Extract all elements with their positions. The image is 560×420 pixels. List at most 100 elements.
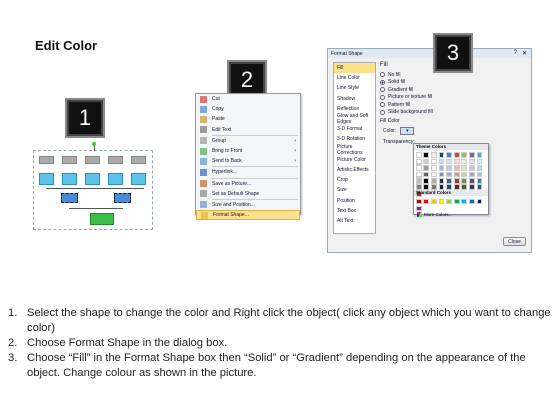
color-swatch[interactable] [453, 184, 460, 190]
color-picker-button[interactable]: ▾ [400, 127, 415, 135]
fill-option-radio[interactable]: Gradient fill [380, 86, 526, 94]
menu-item-bring-to-front[interactable]: Bring to Front › [196, 146, 300, 156]
menu-item-label: Paste [212, 116, 225, 123]
more-colors-item[interactable]: More Colors... [414, 212, 488, 218]
blue-box-selected[interactable] [61, 193, 78, 203]
fill-option-label: Picture or texture fill [388, 94, 433, 101]
blue-box-selected[interactable] [114, 193, 131, 203]
menu-item-save-as-picture[interactable]: Save as Picture... [196, 179, 300, 189]
color-swatch[interactable] [431, 198, 437, 205]
radio-button[interactable] [380, 109, 385, 115]
nav-item-line-style[interactable]: Line Style [334, 83, 375, 93]
copy-icon [200, 105, 207, 113]
menu-item-copy[interactable]: Copy [196, 104, 300, 114]
color-swatch[interactable] [476, 184, 483, 190]
nav-item-artistic-effects[interactable]: Artistic Effects [334, 165, 375, 175]
context-menu: Cut Copy Paste Edit Text Group › Bring to Fron… [195, 93, 301, 221]
radio-button[interactable] [380, 87, 385, 93]
org-diagram[interactable] [33, 142, 153, 230]
menu-item-edit-text[interactable]: Edit Text [196, 125, 300, 135]
default-shape-icon [200, 190, 207, 198]
hyperlink-icon [200, 168, 207, 176]
size-position-icon [200, 201, 207, 209]
menu-item-paste[interactable]: Paste [196, 114, 300, 124]
color-swatch[interactable] [423, 198, 430, 205]
color-swatch[interactable] [415, 198, 422, 205]
close-button[interactable]: Close [503, 237, 526, 246]
instruction-number: 3. [8, 352, 18, 364]
bring-front-icon [200, 147, 207, 155]
instruction-text: Choose Format Shape in the dialog box. [27, 337, 228, 349]
color-swatch[interactable] [461, 184, 468, 190]
format-shape-icon [201, 211, 208, 219]
fill-option-radio[interactable]: No fill [380, 71, 526, 79]
menu-item-send-to-back[interactable]: Send to Back › [196, 156, 300, 166]
scissors-icon [200, 95, 207, 103]
nav-item-position[interactable]: Position [334, 195, 375, 205]
fill-option-label: Pattern fill [388, 101, 411, 108]
nav-item-3-d-format[interactable]: 3-D Format [334, 124, 375, 134]
menu-item-label: Copy [212, 106, 224, 113]
nav-item-shadow[interactable]: Shadow [334, 94, 375, 104]
menu-item-format-shape[interactable]: Format Shape... [196, 210, 300, 221]
color-swatch[interactable] [438, 198, 445, 205]
send-back-icon [200, 157, 207, 165]
nav-item-alt-text[interactable]: Alt Text [334, 216, 375, 226]
fill-option-radio[interactable]: Picture or texture fill [380, 94, 526, 102]
color-swatch[interactable] [461, 198, 468, 205]
color-swatch[interactable] [446, 184, 452, 190]
color-swatch[interactable] [468, 184, 475, 190]
radio-button[interactable] [380, 72, 385, 78]
page-title: Edit Color [35, 38, 98, 53]
color-swatch[interactable] [423, 184, 430, 190]
nav-item-line-color[interactable]: Line Color [334, 73, 375, 83]
color-swatch[interactable] [446, 198, 452, 205]
fill-option-radio[interactable]: Pattern fill [380, 101, 526, 109]
menu-item-label: Set as Default Shape [212, 190, 260, 197]
color-swatch[interactable] [476, 198, 483, 205]
step-badge-1: 1 [67, 100, 103, 136]
instruction-item: 3. Choose “Fill” in the Format Shape box … [8, 351, 553, 381]
menu-item-label: Edit Text [212, 126, 232, 133]
more-colors-label: More Colors... [424, 212, 453, 218]
nav-item-picture-color[interactable]: Picture Color [334, 155, 375, 165]
menu-item-set-as-default-shape[interactable]: Set as Default Shape [196, 189, 300, 199]
color-swatch[interactable] [415, 205, 422, 212]
fill-option-label: No fill [388, 71, 401, 78]
theme-swatches [414, 150, 488, 197]
menu-item-label: Save as Picture... [212, 180, 252, 187]
radio-button[interactable] [380, 102, 385, 108]
menu-item-group[interactable]: Group › [196, 136, 300, 146]
nav-item-size[interactable]: Size [334, 185, 375, 195]
radio-button[interactable] [380, 94, 385, 100]
close-icon[interactable]: ✕ [522, 50, 527, 57]
save-picture-icon [200, 180, 207, 188]
edit-text-icon [200, 126, 207, 134]
menu-item-label: Group [212, 137, 226, 144]
color-swatch[interactable] [468, 198, 475, 205]
nav-item-picture-corrections[interactable]: Picture Corrections [334, 144, 375, 156]
menu-item-cut[interactable]: Cut [196, 94, 300, 104]
color-swatch[interactable] [415, 184, 422, 190]
instruction-number: 1. [8, 307, 18, 319]
help-icon[interactable]: ? [514, 50, 517, 56]
nav-item-text-box[interactable]: Text Box [334, 206, 375, 216]
color-swatch[interactable] [453, 198, 460, 205]
fill-option-radio[interactable]: Solid fill [380, 79, 526, 87]
menu-item-label: Format Shape... [213, 212, 249, 219]
radio-button[interactable] [380, 79, 385, 85]
menu-item-size-and-position[interactable]: Size and Position... [196, 200, 300, 210]
color-swatch[interactable] [431, 184, 437, 190]
fill-option-radio[interactable]: Slide background fill [380, 109, 526, 117]
color-swatch[interactable] [438, 184, 445, 190]
nav-item-crop[interactable]: Crop [334, 175, 375, 185]
instruction-number: 2. [8, 337, 18, 349]
rotate-handle[interactable] [92, 142, 96, 146]
nav-item-glow-and-soft-edges[interactable]: Glow and Soft Edges [334, 113, 375, 125]
connector [69, 208, 123, 209]
menu-item-label: Send to Back [212, 158, 242, 165]
nav-item-fill[interactable]: Fill [334, 63, 375, 74]
menu-item-hyperlink[interactable]: Hyperlink... [196, 167, 300, 177]
dialog-nav: Fill Line Color Line Style Shadow Reflection… [333, 62, 376, 234]
fill-color-label: Fill Color [380, 118, 400, 124]
